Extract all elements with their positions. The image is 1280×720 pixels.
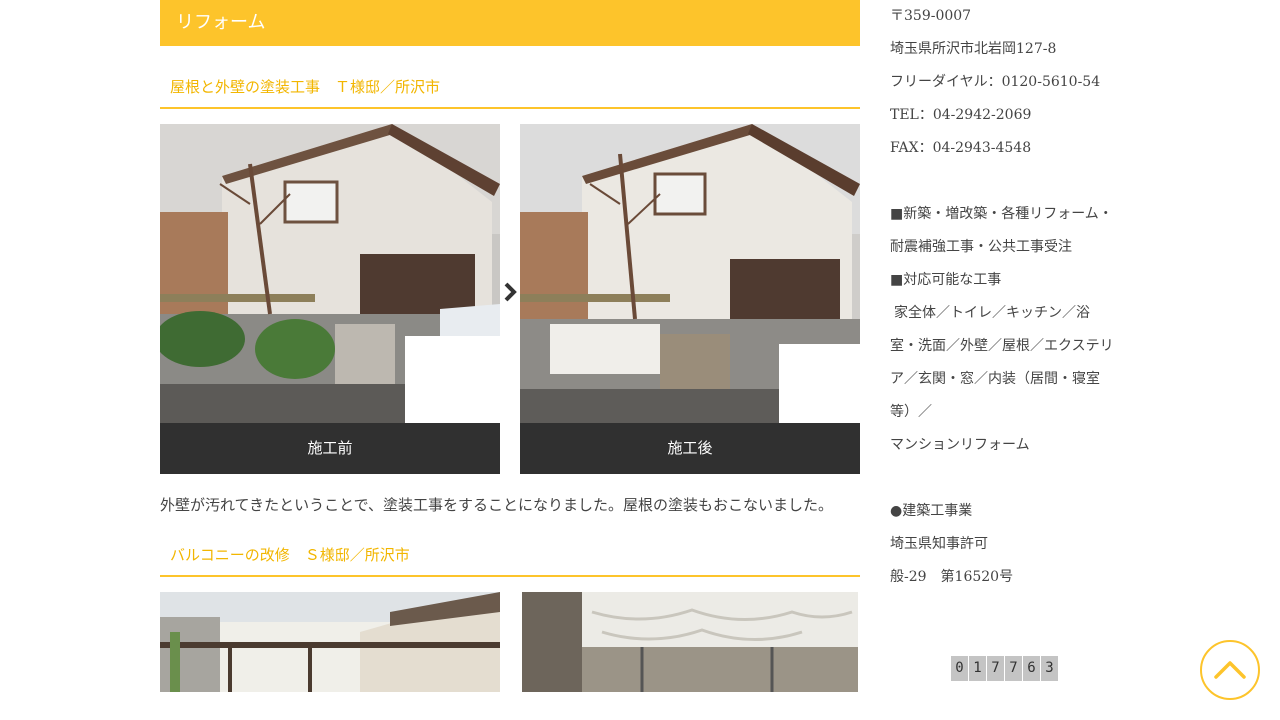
chevron-right-icon[interactable] xyxy=(500,281,520,303)
scroll-to-top-button[interactable] xyxy=(1200,640,1260,700)
counter-digit: 3 xyxy=(1041,656,1058,681)
after-photo xyxy=(520,124,860,423)
counter-digit: 7 xyxy=(987,656,1004,681)
services-line-1: ■新築・増改築・各種リフォーム・ xyxy=(890,206,1113,222)
works-line-4: 等）／ xyxy=(890,404,932,420)
tel-number: TEL：04-2942-2069 xyxy=(890,107,1032,123)
license-line-2: 般-29 第16520号 xyxy=(890,569,1014,585)
works-line-1: 家全体／トイレ／キッチン／浴 xyxy=(894,305,1090,321)
address: 埼玉県所沢市北岩岡127-8 xyxy=(890,41,1057,57)
works-line-5: マンションリフォーム xyxy=(890,437,1030,453)
counter-digit: 1 xyxy=(969,656,986,681)
license-heading: ●建築工事業 xyxy=(890,503,973,519)
counter-digit: 0 xyxy=(951,656,968,681)
freedial-number: フリーダイヤル：0120-5610-54 xyxy=(890,74,1101,90)
work-title-balcony: バルコニーの改修 Ｓ様邸／所沢市 xyxy=(160,543,860,577)
works-line-2: 室・洗面／外壁／屋根／エクステリ xyxy=(890,338,1114,354)
section-title: リフォーム xyxy=(160,0,860,46)
works-line-3: ア／玄関・窓／内装（居間・寝室 xyxy=(890,371,1100,387)
counter-digit: 6 xyxy=(1023,656,1040,681)
work-title-painting: 屋根と外壁の塗装工事 Ｔ様邸／所沢市 xyxy=(160,75,860,109)
counter-digit: 7 xyxy=(1005,656,1022,681)
main-content: リフォーム 屋根と外壁の塗装工事 Ｔ様邸／所沢市 施工前 施工後 外壁が汚れてき… xyxy=(160,0,860,692)
works-heading: ■対応可能な工事 xyxy=(890,272,1002,288)
after-caption: 施工後 xyxy=(520,423,860,474)
balcony-gallery xyxy=(160,592,860,692)
before-after-gallery: 施工前 施工後 xyxy=(160,124,860,474)
work-description: 外壁が汚れてきたということで、塗装工事をすることになりました。屋根の塗装もおこな… xyxy=(160,496,834,514)
before-caption: 施工前 xyxy=(160,423,500,474)
fax-number: FAX：04-2943-4548 xyxy=(890,140,1032,156)
before-photo xyxy=(160,124,500,423)
after-photo-card[interactable]: 施工後 xyxy=(520,124,860,474)
postal-code: 〒359-0007 xyxy=(890,8,972,24)
balcony-before-photo[interactable] xyxy=(160,592,500,692)
services-line-2: 耐震補強工事・公共工事受注 xyxy=(890,239,1072,255)
balcony-after-photo[interactable] xyxy=(522,592,858,692)
sidebar-company-info: 〒359-0007 埼玉県所沢市北岩岡127-8 フリーダイヤル：0120-56… xyxy=(890,0,1130,594)
license-line-1: 埼玉県知事許可 xyxy=(890,536,988,552)
chevron-up-icon xyxy=(1214,661,1246,679)
before-photo-card[interactable]: 施工前 xyxy=(160,124,500,474)
access-counter: 0 1 7 7 6 3 xyxy=(951,656,1058,681)
